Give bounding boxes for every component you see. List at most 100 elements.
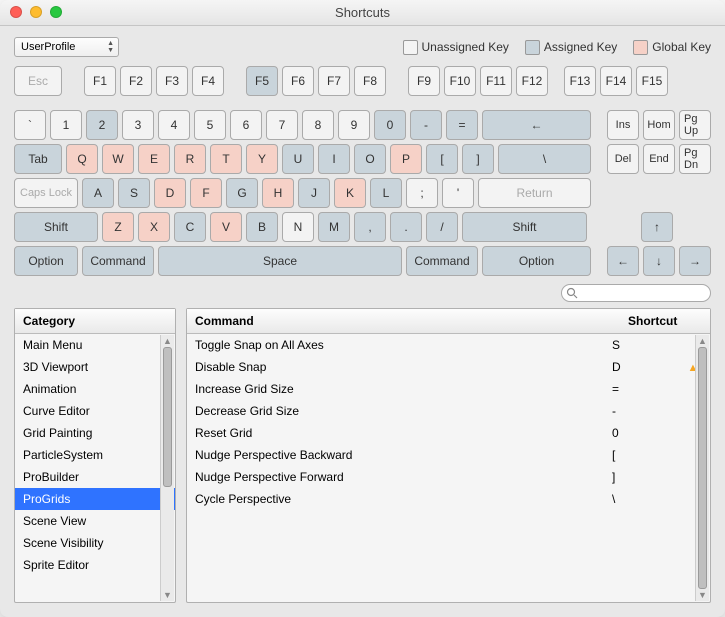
key-f15[interactable]: F15 — [636, 66, 668, 96]
key-rb[interactable]: ] — [462, 144, 494, 174]
key-equals[interactable]: = — [446, 110, 478, 140]
key-f7[interactable]: F7 — [318, 66, 350, 96]
scroll-up-icon[interactable]: ▲ — [696, 335, 709, 347]
command-scrollbar[interactable]: ▲ ▼ — [695, 335, 709, 601]
key-del[interactable]: Del — [607, 144, 639, 174]
category-row[interactable]: Grid Painting — [15, 422, 175, 444]
close-icon[interactable] — [10, 6, 22, 18]
key-period[interactable]: . — [390, 212, 422, 242]
command-row[interactable]: Increase Grid Size= — [187, 378, 710, 400]
key-b[interactable]: B — [246, 212, 278, 242]
category-row[interactable]: Scene Visibility — [15, 532, 175, 554]
key-5[interactable]: 5 — [194, 110, 226, 140]
key-u[interactable]: U — [282, 144, 314, 174]
category-row[interactable]: Animation — [15, 378, 175, 400]
key-loption[interactable]: Option — [14, 246, 78, 276]
scroll-down-icon[interactable]: ▼ — [161, 589, 174, 601]
profile-select[interactable]: UserProfile ▲▼ — [14, 37, 119, 57]
key-f5[interactable]: F5 — [246, 66, 278, 96]
command-row[interactable]: Toggle Snap on All AxesS — [187, 334, 710, 356]
key-f10[interactable]: F10 — [444, 66, 476, 96]
key-down[interactable]: ↓ — [643, 246, 675, 276]
key-semicolon[interactable]: ; — [406, 178, 438, 208]
key-lcommand[interactable]: Command — [82, 246, 154, 276]
key-backtick[interactable]: ` — [14, 110, 46, 140]
key-lshift[interactable]: Shift — [14, 212, 98, 242]
key-f13[interactable]: F13 — [564, 66, 596, 96]
key-m[interactable]: M — [318, 212, 350, 242]
key-tab[interactable]: Tab — [14, 144, 62, 174]
key-f[interactable]: F — [190, 178, 222, 208]
key-2[interactable]: 2 — [86, 110, 118, 140]
key-p[interactable]: P — [390, 144, 422, 174]
command-row[interactable]: Reset Grid0 — [187, 422, 710, 444]
key-f4[interactable]: F4 — [192, 66, 224, 96]
key-comma[interactable]: , — [354, 212, 386, 242]
key-end[interactable]: End — [643, 144, 675, 174]
key-c[interactable]: C — [174, 212, 206, 242]
category-row[interactable]: Curve Editor — [15, 400, 175, 422]
category-row[interactable]: 3D Viewport — [15, 356, 175, 378]
scroll-down-icon[interactable]: ▼ — [696, 589, 709, 601]
key-o[interactable]: O — [354, 144, 386, 174]
key-right[interactable]: → — [679, 246, 711, 276]
zoom-icon[interactable] — [50, 6, 62, 18]
key-return[interactable]: Return — [478, 178, 591, 208]
key-f11[interactable]: F11 — [480, 66, 512, 96]
key-j[interactable]: J — [298, 178, 330, 208]
key-h[interactable]: H — [262, 178, 294, 208]
key-s[interactable]: S — [118, 178, 150, 208]
key-z[interactable]: Z — [102, 212, 134, 242]
key-3[interactable]: 3 — [122, 110, 154, 140]
key-rshift[interactable]: Shift — [462, 212, 587, 242]
key-q[interactable]: Q — [66, 144, 98, 174]
key-6[interactable]: 6 — [230, 110, 262, 140]
category-row[interactable]: ParticleSystem — [15, 444, 175, 466]
scroll-thumb[interactable] — [163, 347, 172, 487]
key-f6[interactable]: F6 — [282, 66, 314, 96]
key-apostrophe[interactable]: ' — [442, 178, 474, 208]
key-f2[interactable]: F2 — [120, 66, 152, 96]
key-minus[interactable]: - — [410, 110, 442, 140]
key-esc[interactable]: Esc — [14, 66, 62, 96]
key-a[interactable]: A — [82, 178, 114, 208]
category-scrollbar[interactable]: ▲ ▼ — [160, 335, 174, 601]
key-n[interactable]: N — [282, 212, 314, 242]
key-rcommand[interactable]: Command — [406, 246, 478, 276]
key-v[interactable]: V — [210, 212, 242, 242]
key-backspace[interactable]: ← — [482, 110, 591, 140]
key-f9[interactable]: F9 — [408, 66, 440, 96]
key-1[interactable]: 1 — [50, 110, 82, 140]
key-capslock[interactable]: Caps Lock — [14, 178, 78, 208]
category-list[interactable]: Main Menu3D ViewportAnimationCurve Edito… — [15, 334, 175, 576]
key-up[interactable]: ↑ — [641, 212, 673, 242]
key-pgdn[interactable]: Pg Dn — [679, 144, 711, 174]
key-y[interactable]: Y — [246, 144, 278, 174]
category-row[interactable]: Main Menu — [15, 334, 175, 356]
key-pgup[interactable]: Pg Up — [679, 110, 711, 140]
key-f1[interactable]: F1 — [84, 66, 116, 96]
command-row[interactable]: Cycle Perspective\ — [187, 488, 710, 510]
category-row[interactable]: ProGrids — [15, 488, 175, 510]
minimize-icon[interactable] — [30, 6, 42, 18]
category-row[interactable]: Sprite Editor — [15, 554, 175, 576]
category-row[interactable]: ProBuilder — [15, 466, 175, 488]
command-row[interactable]: Disable SnapD▲ — [187, 356, 710, 378]
key-left[interactable]: ← — [607, 246, 639, 276]
key-7[interactable]: 7 — [266, 110, 298, 140]
command-row[interactable]: Nudge Perspective Forward] — [187, 466, 710, 488]
key-f8[interactable]: F8 — [354, 66, 386, 96]
key-f12[interactable]: F12 — [516, 66, 548, 96]
key-i[interactable]: I — [318, 144, 350, 174]
key-k[interactable]: K — [334, 178, 366, 208]
key-0[interactable]: 0 — [374, 110, 406, 140]
command-row[interactable]: Nudge Perspective Backward[ — [187, 444, 710, 466]
key-f14[interactable]: F14 — [600, 66, 632, 96]
key-w[interactable]: W — [102, 144, 134, 174]
key-g[interactable]: G — [226, 178, 258, 208]
scroll-thumb[interactable] — [698, 347, 707, 589]
key-space[interactable]: Space — [158, 246, 402, 276]
key-8[interactable]: 8 — [302, 110, 334, 140]
command-row[interactable]: Decrease Grid Size- — [187, 400, 710, 422]
key-t[interactable]: T — [210, 144, 242, 174]
